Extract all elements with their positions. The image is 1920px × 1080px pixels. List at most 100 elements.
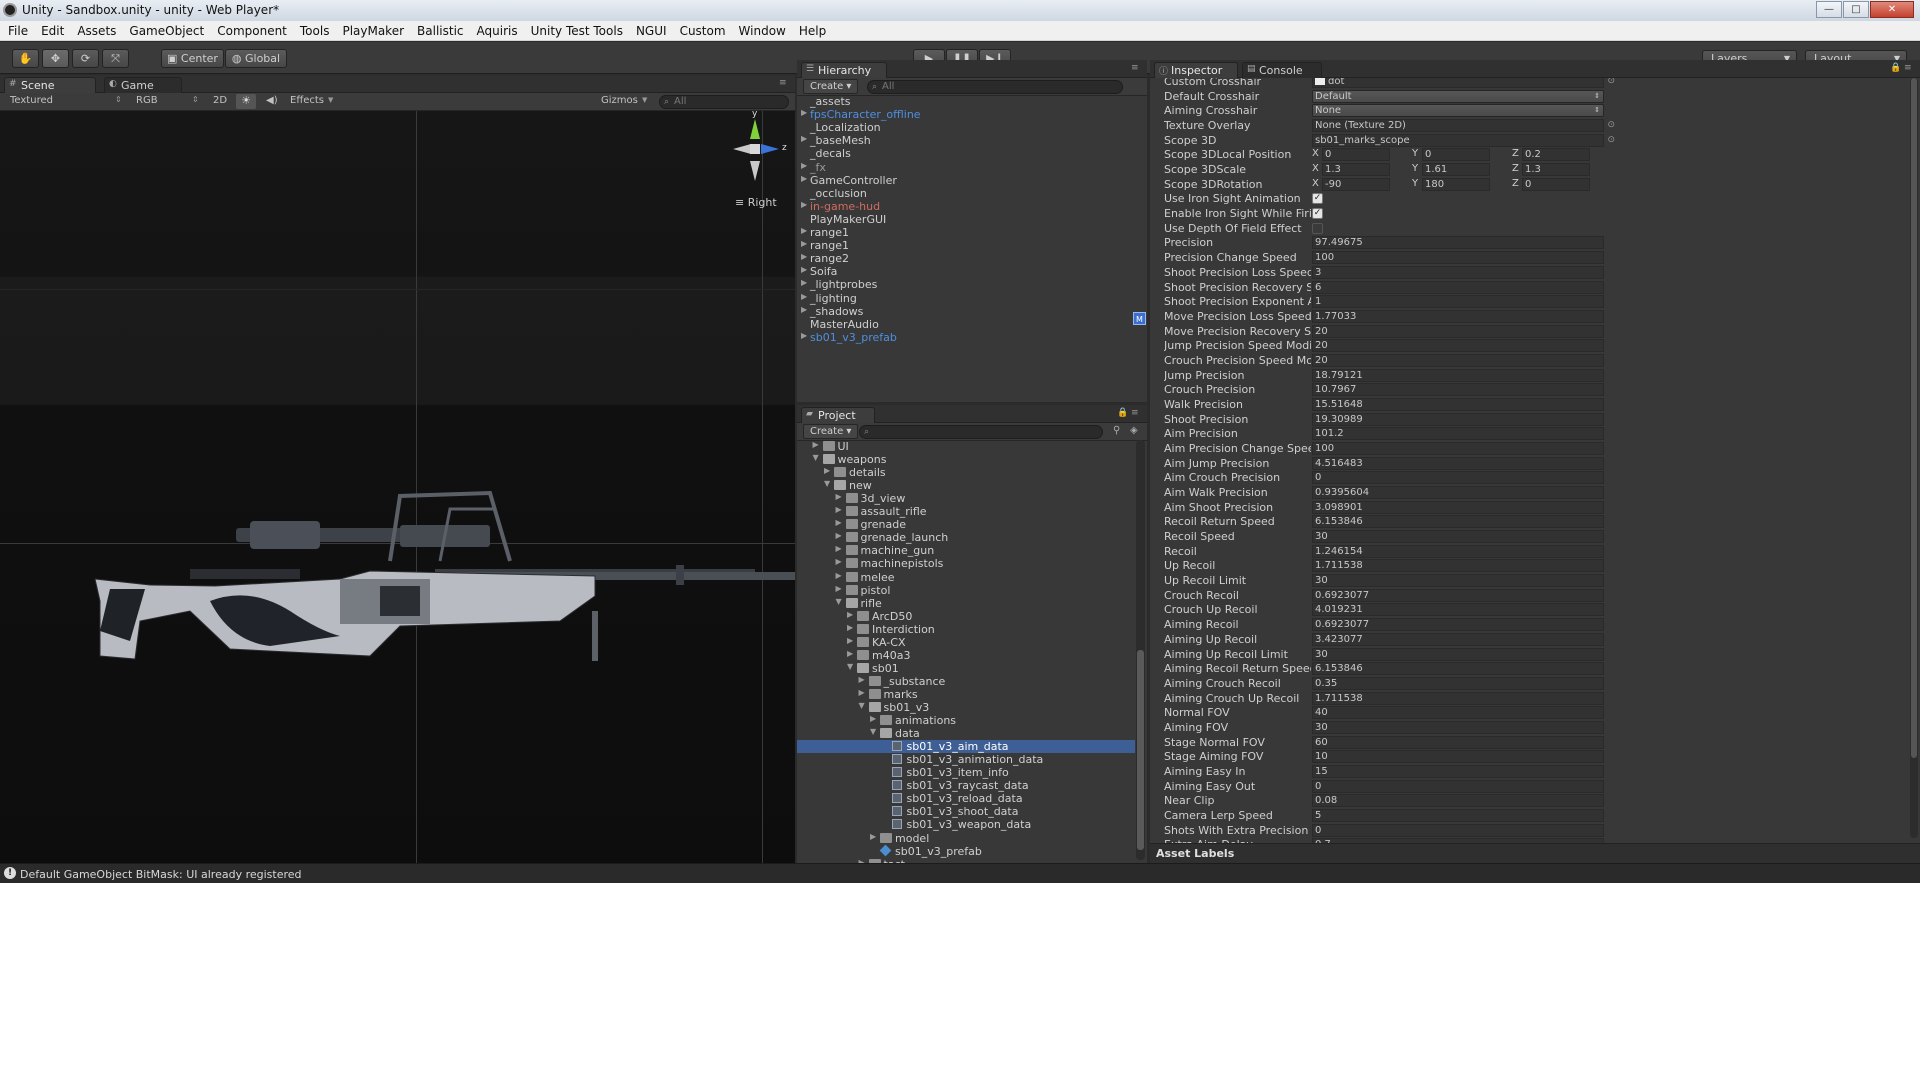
project-folder[interactable]: ▶ Interdiction xyxy=(797,623,1135,636)
audio-toggle-icon[interactable]: ◀) xyxy=(266,95,278,106)
project-folder[interactable]: ▶ grenade xyxy=(797,518,1135,531)
project-asset[interactable]: sb01_v3_animation_data xyxy=(797,753,1135,766)
hierarchy-item[interactable]: ▶ fpsCharacter_offline xyxy=(797,108,1147,121)
property-value-field[interactable]: 4.019231 xyxy=(1312,603,1604,617)
expand-arrow-icon[interactable]: ▶ xyxy=(801,265,807,274)
project-folder[interactable]: ▼ sb01_v3 xyxy=(797,701,1135,714)
hierarchy-item[interactable]: ▶ _lighting xyxy=(797,292,1147,305)
hierarchy-item[interactable]: ▶ range1 xyxy=(797,239,1147,252)
property-value-field[interactable]: 10.7967 xyxy=(1312,383,1604,397)
project-folder[interactable]: ▶ assault_rifle xyxy=(797,505,1135,518)
hierarchy-create-button[interactable]: Create ▾ xyxy=(803,79,859,94)
maximize-button[interactable]: □ xyxy=(1843,1,1869,18)
menu-edit[interactable]: Edit xyxy=(35,21,71,41)
expand-arrow-icon[interactable]: ▶ xyxy=(836,518,842,527)
scale-tool-button[interactable]: ⤧ xyxy=(102,49,129,68)
property-value-field[interactable]: 15 xyxy=(1312,764,1604,778)
hand-tool-button[interactable]: ✋ xyxy=(12,49,39,68)
project-folder[interactable]: ▶ machinepistols xyxy=(797,557,1135,570)
hierarchy-item[interactable]: ▶ _lightprobes xyxy=(797,278,1147,291)
vector-value[interactable]: 0 xyxy=(1322,148,1390,162)
tab-console[interactable]: ▤ Console xyxy=(1242,62,1322,78)
expand-arrow-icon[interactable]: ▶ xyxy=(870,714,876,723)
vector-y-field[interactable]: Y 1.61 xyxy=(1412,163,1490,177)
project-folder[interactable]: ▼ sb01 xyxy=(797,662,1135,675)
hierarchy-item[interactable]: ▶ _shadows xyxy=(797,305,1147,318)
property-value-field[interactable]: 19.30989 xyxy=(1312,412,1604,426)
expand-arrow-icon[interactable]: ▶ xyxy=(847,636,853,645)
expand-arrow-icon[interactable]: ▶ xyxy=(824,466,830,475)
property-value-field[interactable]: 40 xyxy=(1312,706,1604,720)
property-value-field[interactable]: 1.711538 xyxy=(1312,559,1604,573)
property-value-field[interactable]: 6.153846 xyxy=(1312,515,1604,529)
project-folder[interactable]: ▶ ArcD50 xyxy=(797,610,1135,623)
vector-value[interactable]: 1.3 xyxy=(1522,163,1590,177)
panel-menu-icon[interactable]: ≡ xyxy=(1131,408,1143,418)
object-picker-icon[interactable]: ⊙ xyxy=(1607,135,1615,146)
hierarchy-item[interactable]: ▶ _fx xyxy=(797,161,1147,174)
hierarchy-item[interactable]: _decals xyxy=(797,147,1147,160)
project-prefab[interactable]: sb01_v3_prefab xyxy=(797,844,1135,858)
hierarchy-item[interactable]: MasterAudio xyxy=(797,318,1147,331)
vector-value[interactable]: 0.2 xyxy=(1522,148,1590,162)
expand-arrow-icon[interactable]: ▶ xyxy=(801,305,807,314)
object-picker-icon[interactable]: ⊙ xyxy=(1607,120,1615,131)
scene-search-input[interactable]: ⌕ All xyxy=(659,95,789,109)
property-checkbox[interactable]: ✓ xyxy=(1312,208,1323,220)
tab-hierarchy[interactable]: ☰ Hierarchy xyxy=(801,62,887,78)
vector-y-field[interactable]: Y0 xyxy=(1412,148,1490,162)
lock-icon[interactable]: 🔒 xyxy=(1117,408,1129,418)
vector-value[interactable]: 1.3 xyxy=(1322,163,1390,177)
menu-tools[interactable]: Tools xyxy=(294,21,337,41)
hierarchy-item[interactable]: _Localization xyxy=(797,121,1147,134)
expand-arrow-icon[interactable]: ▶ xyxy=(836,544,842,553)
project-folder[interactable]: ▶ pistol xyxy=(797,584,1135,597)
hierarchy-item[interactable]: PlayMakerGUI xyxy=(797,213,1147,226)
tab-game[interactable]: ◐ Game xyxy=(104,77,182,93)
object-field[interactable]: None (Texture 2D) ⊙ xyxy=(1312,119,1615,133)
property-value-field[interactable]: 0.6923077 xyxy=(1312,588,1604,602)
expand-arrow-icon[interactable]: ▶ xyxy=(836,531,842,540)
project-asset[interactable]: sb01_v3_reload_data xyxy=(797,792,1135,805)
tab-inspector[interactable]: ⓘ Inspector xyxy=(1154,62,1238,78)
menu-gameobject[interactable]: GameObject xyxy=(123,21,211,41)
expand-arrow-icon[interactable]: ▶ xyxy=(847,649,853,658)
scene-viewport[interactable]: y z ≡ Right xyxy=(0,111,795,863)
property-value-field[interactable]: 101.2 xyxy=(1312,427,1604,441)
shading-mode-dropdown[interactable]: Textured xyxy=(10,95,53,106)
expand-arrow-icon[interactable]: ▶ xyxy=(836,492,842,501)
expand-arrow-icon[interactable]: ▶ xyxy=(801,239,807,248)
lock-icon[interactable]: 🔒 xyxy=(1890,63,1902,73)
hierarchy-item[interactable]: ▶ _baseMesh xyxy=(797,134,1147,147)
project-asset[interactable]: sb01_v3_shoot_data xyxy=(797,805,1135,818)
orientation-gizmo[interactable]: y z ≡ Right xyxy=(725,111,795,211)
property-value-field[interactable]: 30 xyxy=(1312,647,1604,661)
expand-arrow-icon[interactable]: ▶ xyxy=(801,331,807,340)
property-dropdown[interactable]: Default ⇕ xyxy=(1312,89,1604,103)
project-folder[interactable]: ▶ m40a3 xyxy=(797,649,1135,662)
property-dropdown[interactable]: None ⇕ xyxy=(1312,104,1604,118)
project-folder[interactable]: ▶ _substance xyxy=(797,675,1135,688)
hierarchy-item[interactable]: ▶ GameController xyxy=(797,174,1147,187)
menu-window[interactable]: Window xyxy=(733,21,793,41)
project-asset[interactable]: sb01_v3_aim_data xyxy=(797,740,1135,754)
property-value-field[interactable]: 60 xyxy=(1312,735,1604,749)
property-value-field[interactable]: 0.6923077 xyxy=(1312,618,1604,632)
minimize-button[interactable]: — xyxy=(1816,1,1842,18)
expand-arrow-icon[interactable]: ▶ xyxy=(801,278,807,287)
gizmos-dropdown[interactable]: Gizmos xyxy=(601,95,638,106)
property-value-field[interactable]: 0 xyxy=(1312,823,1604,837)
effects-dropdown[interactable]: Effects xyxy=(290,95,324,106)
menu-playmaker[interactable]: PlayMaker xyxy=(336,21,411,41)
status-bar[interactable]: ! Default GameObject BitMask: UI already… xyxy=(0,863,1920,883)
expand-arrow-icon[interactable]: ▶ xyxy=(836,584,842,593)
asset-labels-header[interactable]: Asset Labels xyxy=(1150,843,1920,863)
expand-arrow-icon[interactable]: ▶ xyxy=(859,688,865,697)
property-value-field[interactable]: 1.246154 xyxy=(1312,544,1604,558)
collapse-arrow-icon[interactable]: ▼ xyxy=(847,662,853,671)
expand-arrow-icon[interactable]: ▶ xyxy=(813,440,819,449)
scrollbar-thumb[interactable] xyxy=(1911,78,1917,758)
expand-arrow-icon[interactable]: ▶ xyxy=(870,832,876,841)
object-picker-icon[interactable]: ⊙ xyxy=(1607,78,1615,87)
render-mode-dropdown[interactable]: RGB xyxy=(136,95,158,106)
